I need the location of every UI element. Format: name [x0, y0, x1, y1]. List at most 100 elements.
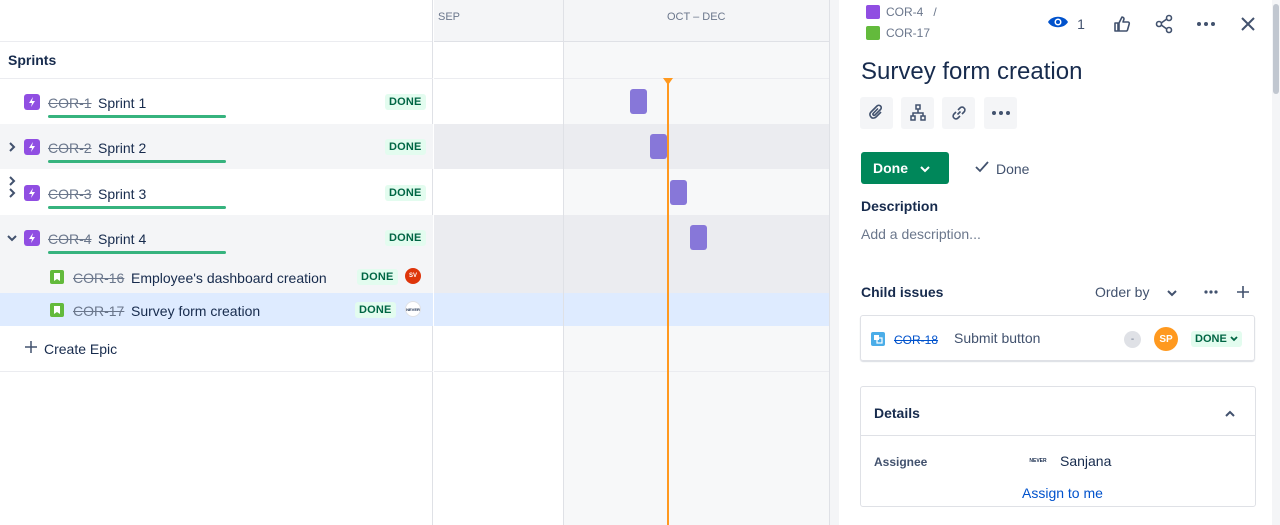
more-icon[interactable]	[1200, 280, 1222, 304]
create-epic-button[interactable]: Create Epic	[24, 340, 117, 357]
epic-icon	[24, 230, 40, 246]
assignee-name: Sanjana	[1060, 453, 1112, 469]
breadcrumb-separator: /	[933, 5, 937, 19]
chevron-right-icon[interactable]	[6, 141, 18, 153]
timeline-row	[434, 124, 839, 169]
plus-icon	[24, 340, 38, 357]
timeline-row	[434, 215, 839, 293]
avatar: SV	[405, 268, 421, 284]
breadcrumb-parent[interactable]: COR-4	[886, 5, 923, 19]
epic-icon	[24, 94, 40, 110]
month-label: SEP	[438, 11, 461, 23]
scrollbar-thumb[interactable]	[1273, 4, 1279, 94]
epic-icon	[866, 5, 880, 19]
avatar: NEVER	[405, 301, 421, 317]
watch-button[interactable]: 1	[1046, 12, 1086, 36]
epic-title[interactable]: Sprint 3	[98, 186, 146, 202]
quarter-label: OCT – DEC	[667, 11, 726, 23]
chevron-right-icon[interactable]	[6, 187, 18, 199]
epic-key[interactable]: COR-4	[48, 231, 92, 247]
order-by-label: Order by	[1095, 284, 1150, 300]
breadcrumb: COR-4 /	[866, 5, 937, 19]
child-issue-title[interactable]: Employee's dashboard creation	[131, 270, 327, 286]
chevron-down-icon	[920, 160, 930, 176]
epic-key[interactable]: COR-3	[48, 186, 92, 202]
close-icon[interactable]	[1236, 12, 1260, 36]
timeline-bar[interactable]	[650, 134, 667, 159]
status-lozenge: DONE	[355, 302, 396, 318]
like-icon[interactable]	[1110, 12, 1134, 36]
progress-bar	[48, 160, 226, 163]
status-lozenge: DONE	[385, 94, 426, 110]
details-header[interactable]: Details	[861, 387, 1255, 436]
avatar: NEVER	[1029, 457, 1047, 464]
avatar[interactable]: SP	[1154, 327, 1178, 351]
divider	[0, 371, 433, 372]
chevron-down-icon	[1167, 284, 1178, 300]
order-by-dropdown[interactable]: Order by	[1095, 284, 1178, 300]
watcher-count: 1	[1077, 16, 1085, 32]
epic-title[interactable]: Sprint 4	[98, 231, 146, 247]
priority-indicator[interactable]: -	[1124, 331, 1141, 348]
status-lozenge: DONE	[357, 269, 398, 285]
child-issue-key[interactable]: COR-17	[73, 303, 124, 319]
timeline-bar[interactable]	[630, 89, 647, 114]
child-issue-title[interactable]: Survey form creation	[131, 303, 260, 319]
resolution-label: Done	[996, 160, 1030, 177]
share-icon[interactable]	[1152, 12, 1176, 36]
panel-resize-handle[interactable]	[829, 0, 839, 525]
link-icon[interactable]	[942, 97, 975, 129]
status-lozenge: DONE	[385, 230, 426, 246]
epic-icon	[24, 139, 40, 155]
epic-title[interactable]: Sprint 1	[98, 95, 146, 111]
attachment-icon[interactable]	[860, 97, 893, 129]
timeline-row-selected	[434, 293, 839, 326]
status-dropdown-button[interactable]: Done	[861, 152, 949, 184]
child-issue-key[interactable]: COR-18	[894, 333, 938, 347]
child-issue-card[interactable]: COR-18 Submit button - SP DONE	[860, 315, 1255, 361]
column-divider	[563, 0, 564, 525]
child-issues-label: Child issues	[861, 284, 944, 300]
description-label: Description	[861, 198, 939, 214]
more-icon[interactable]	[1194, 12, 1218, 36]
plus-icon[interactable]	[1232, 280, 1254, 304]
progress-bar	[48, 115, 226, 118]
assign-to-me-link[interactable]: Assign to me	[1022, 485, 1103, 501]
subtask-icon	[871, 332, 885, 346]
status-lozenge: DONE	[385, 139, 426, 155]
description-field[interactable]: Add a description...	[861, 226, 981, 242]
chevron-up-icon[interactable]	[1225, 405, 1235, 423]
timeline-header	[434, 0, 839, 42]
chevron-down-icon	[1230, 333, 1238, 345]
issue-list-panel: Sprints COR-1 Sprint 1 DONE COR-2 Sprint…	[0, 0, 433, 525]
details-title: Details	[874, 405, 920, 421]
story-icon	[50, 303, 64, 317]
assignee-field[interactable]: NEVER Sanjana	[1026, 453, 1111, 469]
status-dropdown[interactable]: DONE	[1191, 331, 1242, 347]
issue-detail-panel: COR-4 / COR-17 1 Survey form creation Do…	[840, 0, 1280, 525]
issue-title[interactable]: Survey form creation	[861, 58, 1082, 86]
breadcrumb-current[interactable]: COR-17	[886, 26, 930, 40]
details-section: Details Assignee NEVER Sanjana Assign to…	[860, 386, 1256, 507]
epic-title[interactable]: Sprint 2	[98, 140, 146, 156]
timeline-row	[434, 42, 839, 79]
timeline-bar[interactable]	[670, 180, 687, 205]
epic-key[interactable]: COR-2	[48, 140, 92, 156]
assignee-label: Assignee	[874, 455, 928, 469]
more-icon[interactable]	[984, 97, 1017, 129]
child-issue-icon[interactable]	[901, 97, 934, 129]
story-icon	[50, 270, 64, 284]
chevron-down-icon[interactable]	[6, 232, 18, 244]
child-issue-key[interactable]: COR-16	[73, 270, 124, 286]
resolution-indicator: Done	[974, 160, 1029, 177]
timeline-bar[interactable]	[690, 225, 707, 250]
epic-key[interactable]: COR-1	[48, 95, 92, 111]
create-epic-label: Create Epic	[44, 340, 118, 357]
check-icon	[974, 160, 990, 177]
status-label: DONE	[1195, 333, 1227, 345]
today-line	[667, 80, 669, 525]
app-root: Sprints COR-1 Sprint 1 DONE COR-2 Sprint…	[0, 0, 1280, 525]
breadcrumb: COR-17	[866, 26, 930, 40]
status-label: Done	[873, 160, 908, 176]
child-issue-title[interactable]: Submit button	[954, 330, 1040, 346]
